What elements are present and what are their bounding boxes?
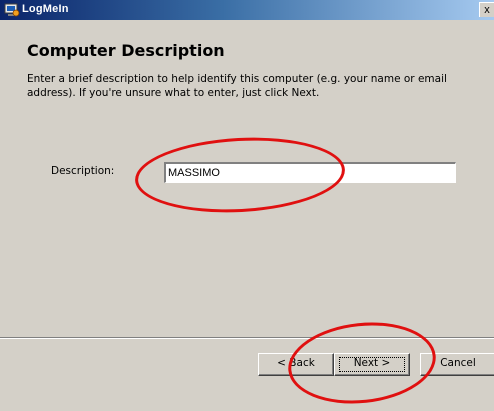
close-icon: x <box>484 4 490 16</box>
cancel-button[interactable]: Cancel <box>420 353 494 376</box>
back-button[interactable]: < Back <box>258 353 334 376</box>
next-button[interactable]: Next > <box>334 353 410 376</box>
focus-rectangle <box>339 357 405 372</box>
description-input[interactable] <box>164 162 456 183</box>
footer-separator <box>0 337 494 339</box>
window-title: LogMeIn <box>22 3 69 15</box>
title-bar[interactable]: LogMeIn x <box>0 0 494 20</box>
description-label: Description: <box>51 165 115 177</box>
page-title: Computer Description <box>27 41 225 60</box>
intro-text: Enter a brief description to help identi… <box>27 73 447 99</box>
close-button[interactable]: x <box>479 2 494 17</box>
cancel-button-label: Cancel <box>440 357 476 369</box>
logmein-app-icon <box>4 3 20 17</box>
back-button-label: < Back <box>277 357 315 369</box>
